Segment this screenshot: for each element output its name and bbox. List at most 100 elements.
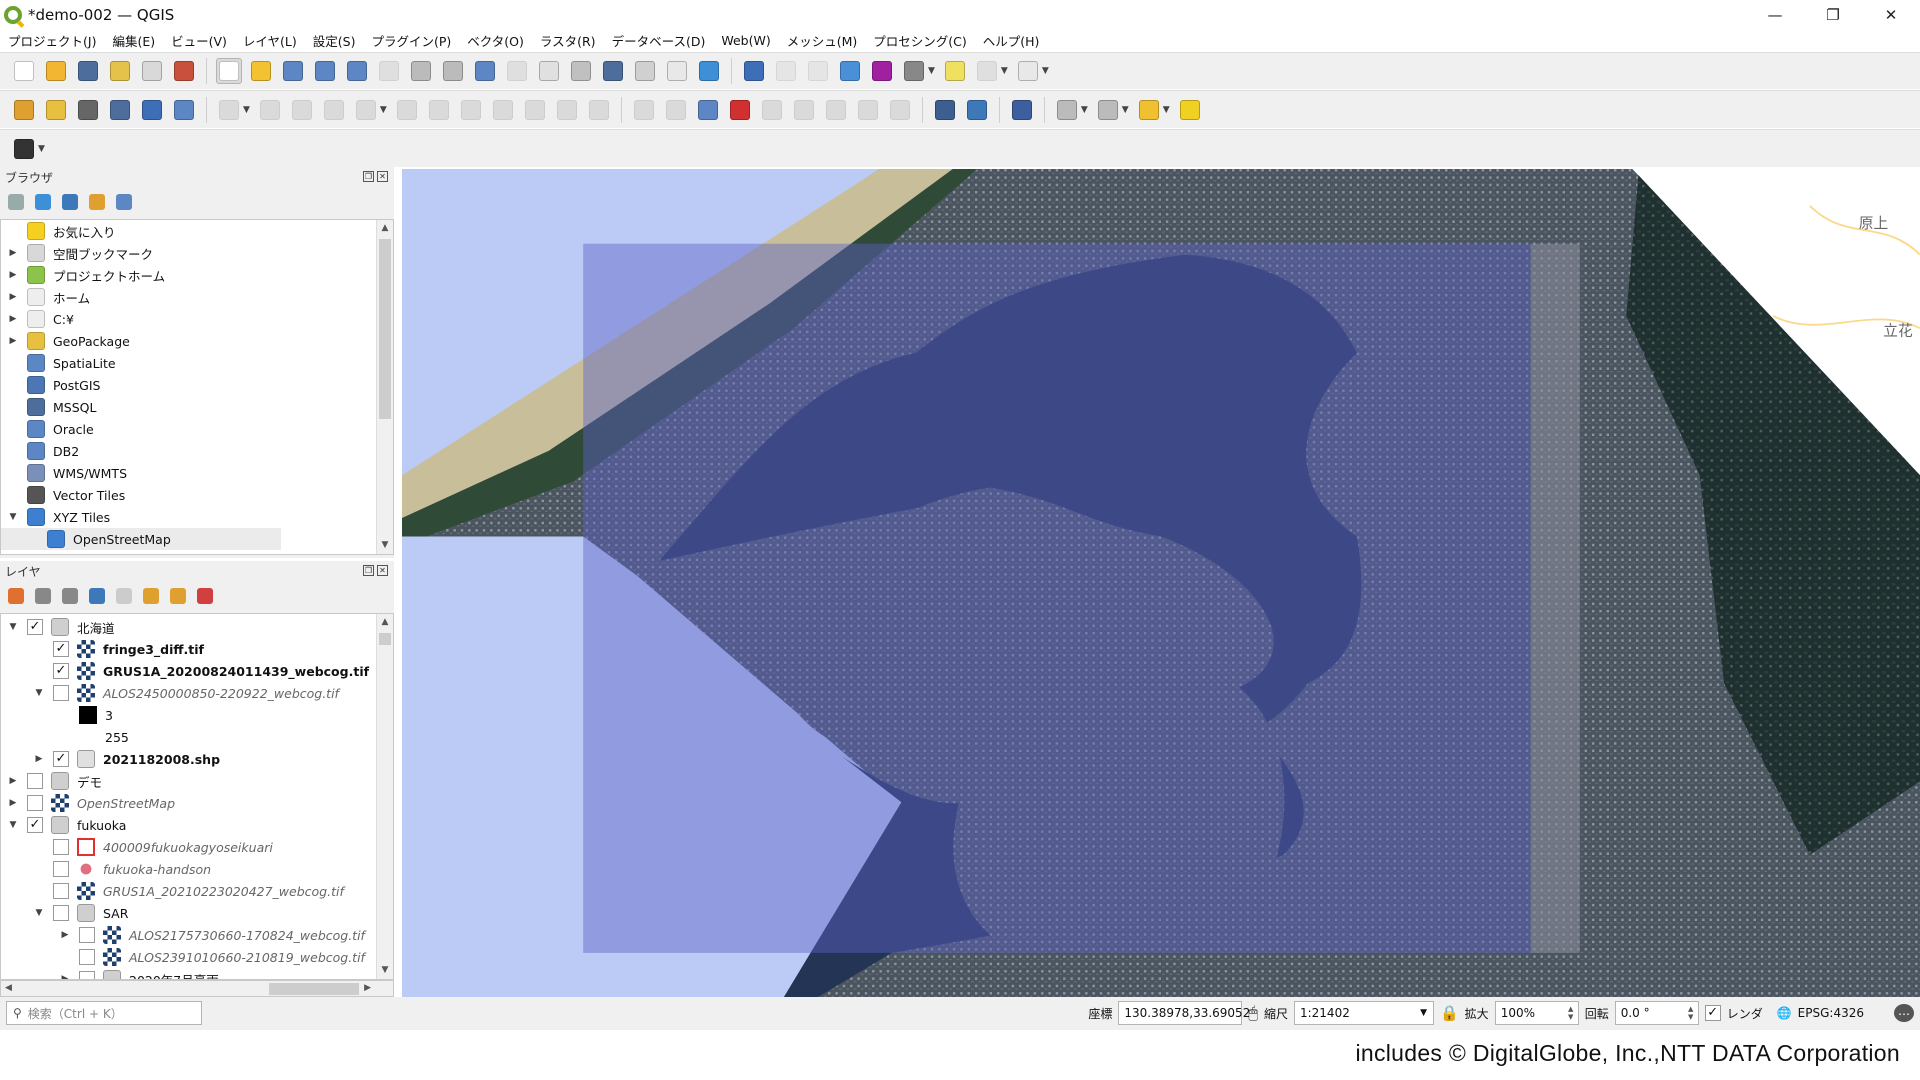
select-by-location-button[interactable] — [1177, 97, 1203, 123]
render-checkbox[interactable]: ✓ — [1704, 1005, 1721, 1021]
new-3d-view-button[interactable] — [568, 58, 594, 84]
spin-arrows-icon[interactable]: ▲ ▼ — [1564, 1005, 1578, 1021]
browser-item[interactable]: Oracle — [1, 418, 393, 440]
chevron-down-icon[interactable]: ▼ — [1001, 66, 1008, 76]
layer-item[interactable]: ▶ OpenStreetMap — [1, 792, 393, 814]
info-icon[interactable] — [116, 194, 132, 210]
browser-item[interactable]: ▶ プロジェクトホーム — [1, 264, 393, 286]
layer-visibility-checkbox[interactable]: ✓ — [27, 817, 43, 833]
layer-item[interactable]: ✓ fringe3_diff.tif — [1, 638, 393, 660]
layer-visibility-checkbox[interactable] — [79, 927, 95, 943]
label-toolbar-button[interactable] — [631, 97, 657, 123]
map-canvas[interactable]: 原上 立花 — [402, 169, 1920, 997]
browser-item[interactable]: SpatiaLite — [1, 352, 393, 374]
restore-button[interactable]: ❐ — [1804, 0, 1862, 30]
locator-button[interactable] — [974, 58, 1000, 84]
zoom-native-button[interactable] — [440, 58, 466, 84]
layer-visibility-checkbox[interactable] — [79, 949, 95, 965]
redo-button[interactable] — [586, 97, 612, 123]
expanded-arrow-icon[interactable]: ▼ — [33, 688, 45, 698]
layer-visibility-checkbox[interactable] — [27, 795, 43, 811]
new-spatialite-button[interactable] — [107, 97, 133, 123]
close-panel-button[interactable]: ✕ — [377, 565, 388, 576]
highlight-pinned-button[interactable] — [759, 97, 785, 123]
expanded-arrow-icon[interactable]: ▼ — [7, 820, 19, 830]
attribute-table-button[interactable] — [773, 58, 799, 84]
crs-globe-icon[interactable]: 🌐 — [1777, 1006, 1792, 1020]
collapsed-arrow-icon[interactable]: ▶ — [7, 292, 19, 302]
chevron-down-icon[interactable]: ▼ — [928, 66, 935, 76]
chevron-down-icon[interactable]: ▼ — [1122, 105, 1129, 115]
browser-item[interactable]: ▶ ホーム — [1, 286, 393, 308]
browser-item[interactable]: Vector Tiles — [1, 484, 393, 506]
layer-item[interactable]: fukuoka-handson — [1, 858, 393, 880]
add-selected-icon[interactable] — [8, 194, 24, 210]
zoom-full-button[interactable] — [344, 58, 370, 84]
menu-item[interactable]: Web(W) — [721, 33, 770, 48]
layer-item[interactable]: ▶ ✓ 2021182008.shp — [1, 748, 393, 770]
zoom-last-button[interactable] — [472, 58, 498, 84]
zoom-next-button[interactable] — [504, 58, 530, 84]
browser-item[interactable]: MSSQL — [1, 396, 393, 418]
crs-button[interactable]: EPSG:4326 — [1798, 1006, 1864, 1020]
open-project-button[interactable] — [43, 58, 69, 84]
chevron-down-icon[interactable]: ▼ — [38, 144, 45, 154]
save-project-button[interactable] — [75, 58, 101, 84]
menu-item[interactable]: ラスタ(R) — [540, 31, 596, 50]
collapsed-arrow-icon[interactable]: ▶ — [59, 930, 71, 940]
pan-button[interactable] — [216, 58, 242, 84]
rotate-label-button[interactable] — [855, 97, 881, 123]
layer-item[interactable]: 255 — [1, 726, 393, 748]
coordinate-field[interactable]: 130.38978,33.69052 — [1118, 1001, 1250, 1025]
collapsed-arrow-icon[interactable]: ▶ — [33, 754, 45, 764]
menu-item[interactable]: 設定(S) — [313, 31, 356, 50]
zoom-in-button[interactable] — [280, 58, 306, 84]
close-panel-button[interactable]: ✕ — [377, 171, 388, 182]
close-button[interactable]: ✕ — [1862, 0, 1920, 30]
collapsed-arrow-icon[interactable]: ▶ — [7, 336, 19, 346]
layer-visibility-checkbox[interactable] — [53, 905, 69, 921]
menu-item[interactable]: 編集(E) — [112, 31, 155, 50]
layer-item[interactable]: ▶ 2020年7月豪雨 — [1, 968, 393, 979]
new-geopackage-button[interactable] — [43, 97, 69, 123]
layer-visibility-checkbox[interactable]: ✓ — [53, 641, 69, 657]
add-feature-button[interactable] — [321, 97, 347, 123]
layer-item[interactable]: ▼ ✓ fukuoka — [1, 814, 393, 836]
delete-selected-button[interactable] — [426, 97, 452, 123]
new-temp-layer-button[interactable] — [139, 97, 165, 123]
float-panel-button[interactable]: ❐ — [363, 565, 374, 576]
layer-visibility-checkbox[interactable]: ✓ — [53, 751, 69, 767]
chevron-down-icon[interactable]: ▼ — [380, 105, 387, 115]
toggle-editing-button[interactable] — [257, 97, 283, 123]
field-calculator-button[interactable] — [805, 58, 831, 84]
paste-features-button[interactable] — [522, 97, 548, 123]
browser-item[interactable]: ▶ C:¥ — [1, 308, 393, 330]
chevron-down-icon[interactable]: ▼ — [1163, 105, 1170, 115]
layer-visibility-checkbox[interactable] — [27, 773, 43, 789]
lock-scale-icon[interactable]: 🔒 — [1440, 1004, 1459, 1022]
layer-visibility-checkbox[interactable] — [53, 883, 69, 899]
new-map-view-button[interactable] — [536, 58, 562, 84]
layer-visibility-checkbox[interactable] — [79, 971, 95, 979]
spin-arrows-icon[interactable]: ▲ ▼ — [1684, 1005, 1698, 1021]
select-features-button[interactable] — [1054, 97, 1080, 123]
refresh-button[interactable] — [696, 58, 722, 84]
collapsed-arrow-icon[interactable]: ▶ — [7, 798, 19, 808]
collapsed-arrow-icon[interactable]: ▶ — [7, 270, 19, 280]
toggle-extents-icon[interactable]: 🖱 — [1248, 1003, 1258, 1023]
show-hide-labels-button[interactable] — [791, 97, 817, 123]
modify-attributes-button[interactable] — [394, 97, 420, 123]
menu-item[interactable]: プラグイン(P) — [371, 31, 451, 50]
menu-item[interactable]: データベース(D) — [612, 31, 706, 50]
browser-item[interactable]: お気に入り — [1, 220, 393, 242]
menu-item[interactable]: ビュー(V) — [171, 31, 227, 50]
chevron-down-icon[interactable]: ▼ — [1081, 105, 1088, 115]
measure-button[interactable] — [901, 58, 927, 84]
layer-visibility-checkbox[interactable] — [53, 839, 69, 855]
browser-item[interactable]: PostGIS — [1, 374, 393, 396]
text-annotation-button[interactable] — [1015, 58, 1041, 84]
layer-labeling-button[interactable] — [695, 97, 721, 123]
collapse-all-icon[interactable] — [170, 588, 186, 604]
menu-item[interactable]: プロセシング(C) — [873, 31, 966, 50]
collapse-all-icon[interactable] — [89, 194, 105, 210]
